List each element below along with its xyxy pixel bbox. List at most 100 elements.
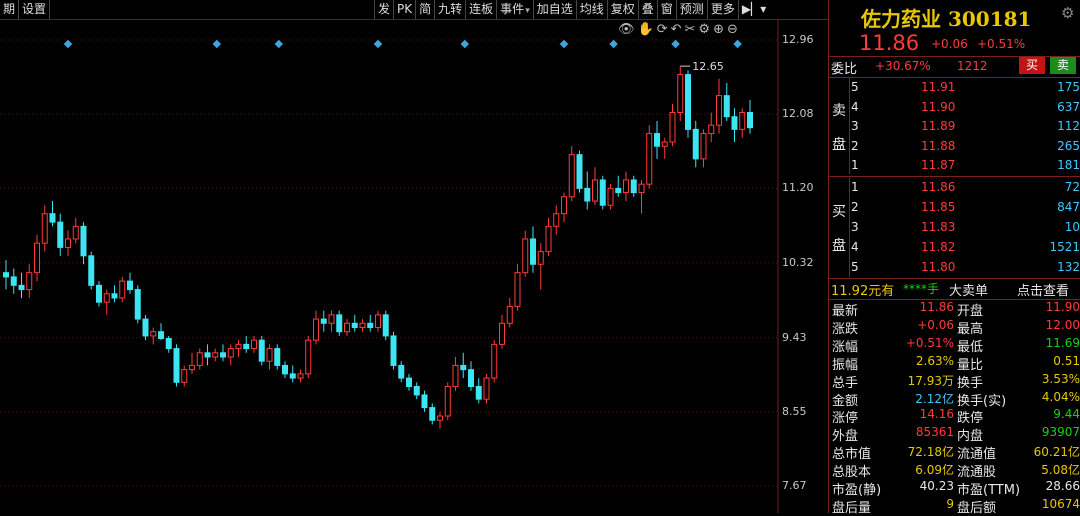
bid-row[interactable]: 5 11.80 132 [829,258,1080,278]
big-order-label: 大卖单 [949,284,989,299]
hand-icon[interactable]: ✋ [638,22,654,37]
toolbar-item-jiuzhuan[interactable]: 九转 [435,0,467,19]
toolbar-left: 期 设置 [0,0,51,19]
price: 11.83 [921,220,956,234]
toolbar-item-jian[interactable]: 简 [416,0,436,19]
candle-body [134,289,141,320]
candle-body [150,331,157,337]
stats-row: 总股本 6.09亿 流通股 5.08亿 [829,461,1080,481]
toolbar-item-settings[interactable]: 设置 [19,0,51,19]
kline-chart[interactable]: 12.65 [0,0,828,513]
stats-row: 外盘 85361 内盘 93907 [829,425,1080,444]
candle-body [506,305,513,324]
stat-label: 总市值 [832,447,872,463]
settings-icon[interactable]: ⚙ [698,22,710,37]
candle-body [483,377,490,400]
ask-row[interactable]: 4 11.90 637 [829,98,1080,118]
toolbar-item-more[interactable]: 更多 [708,0,739,19]
candle-body [41,213,48,244]
candle-body [576,154,583,189]
stat-label: 最新 [832,304,859,319]
chart-tools: 👁 ✋ ⟳ ↶ ✂ ⚙ ⊕ ⊖ [618,22,738,37]
sell-button[interactable]: 卖 [1050,57,1076,74]
toolbar-item-window[interactable]: 窗 [658,0,677,19]
stats-row: 总市值 72.18亿 流通值 60.21亿 [829,443,1080,463]
stat-label: 涨跌 [832,321,859,337]
candle-body [444,386,451,417]
candle-body [716,95,722,126]
ask-row[interactable]: 3 11.89 112 [829,117,1080,137]
candle-body [685,74,691,130]
stat-label: 总股本 [832,465,872,481]
stat-label: 盘后量 [832,500,872,516]
stat-value: 72.18亿 [907,445,954,460]
candle-body [251,339,257,350]
toolbar-item-period[interactable]: 期 [0,0,20,19]
candle-body [615,187,622,194]
kline-chart-area[interactable]: 12.65 期 设置 发 PK 简 九转 连板 事件 加自选 均线 复权 叠 窗… [0,0,828,513]
toolbar-expand-icon[interactable]: ▶︎▏▾ [739,0,769,19]
stats-row: 涨幅 +0.51% 最低 11.69 [829,336,1080,355]
stat-label: 盘后额 [957,500,997,516]
ask-row[interactable]: 1 11.87 181 [829,156,1080,176]
candle-body [429,407,436,421]
weibi-diff: 1212 [957,59,988,73]
candle-body [522,238,529,274]
undo-icon[interactable]: ↶ [671,22,682,37]
candle-body [158,331,164,339]
candle-body [638,183,645,194]
stat-value: 12.00 [1045,317,1080,332]
scissors-icon[interactable]: ✂ [685,22,696,37]
candle-body [677,74,684,114]
toolbar-item-overlay[interactable]: 叠 [639,0,658,19]
candle-body [313,318,319,341]
stat-value: 2.63% [915,353,954,368]
candle-body [359,322,366,328]
toolbar-item-forecast[interactable]: 预测 [677,0,708,19]
ask-row[interactable]: 5 11.91 175 [829,78,1080,98]
candle-body [421,394,428,409]
toolbar-item-lianban[interactable]: 连板 [466,0,498,19]
toolbar-item-add-watchlist[interactable]: 加自选 [534,0,577,19]
stat-label: 最低 [957,339,984,355]
stat-value: 9.44 [1053,407,1080,422]
stat-value: 10674 [1041,496,1080,511]
eye-icon[interactable]: 👁 [618,22,635,37]
level: 3 [851,119,859,134]
zoom-out-icon[interactable]: ⊖ [727,22,738,37]
refresh-icon[interactable]: ⟳ [657,22,668,37]
bid-row[interactable]: 1 11.86 72 [829,178,1080,198]
toolbar-item-fa[interactable]: 发 [375,0,395,19]
candle-body [26,272,33,291]
stat-value: 11.86 [919,300,954,314]
big-order-link[interactable]: 点击查看 [1017,280,1069,299]
bid-row[interactable]: 2 11.85 847 [829,198,1080,218]
big-order-price: 11.92元有 [831,284,895,299]
stat-value: 17.93万 [907,373,954,388]
volume: 175 [1057,80,1080,94]
level: 4 [851,99,859,114]
candle-body [173,348,180,383]
candle-body [739,112,746,130]
price: 11.85 [921,200,956,214]
candle-body [282,364,288,375]
buy-button[interactable]: 买 [1019,57,1045,74]
toolbar-item-ma[interactable]: 均线 [577,0,608,19]
level: 5 [851,80,859,94]
big-order-row: 11.92元有 ****手 大卖单 点击查看 [829,280,1080,299]
toolbar-item-pk[interactable]: PK [394,0,417,19]
ask-row[interactable]: 2 11.88 265 [829,137,1080,157]
candle-body [297,373,304,379]
bid-row[interactable]: 4 11.82 1521 [829,238,1080,258]
bid-row[interactable]: 3 11.83 10 [829,218,1080,238]
candle-body [545,225,552,253]
gear-icon[interactable]: ⚙ [1061,4,1074,22]
toolbar-item-adjust[interactable]: 复权 [608,0,639,19]
toolbar-right: 发 PK 简 九转 连板 事件 加自选 均线 复权 叠 窗 预测 更多 ▶︎▏▾ [374,0,769,19]
stat-label: 流通值 [957,447,997,463]
stat-label: 市盈(静) [832,483,882,498]
event-marker-icon [559,39,569,49]
price: 11.82 [921,240,956,254]
toolbar-item-events[interactable]: 事件 [497,0,534,19]
zoom-in-icon[interactable]: ⊕ [713,22,724,37]
